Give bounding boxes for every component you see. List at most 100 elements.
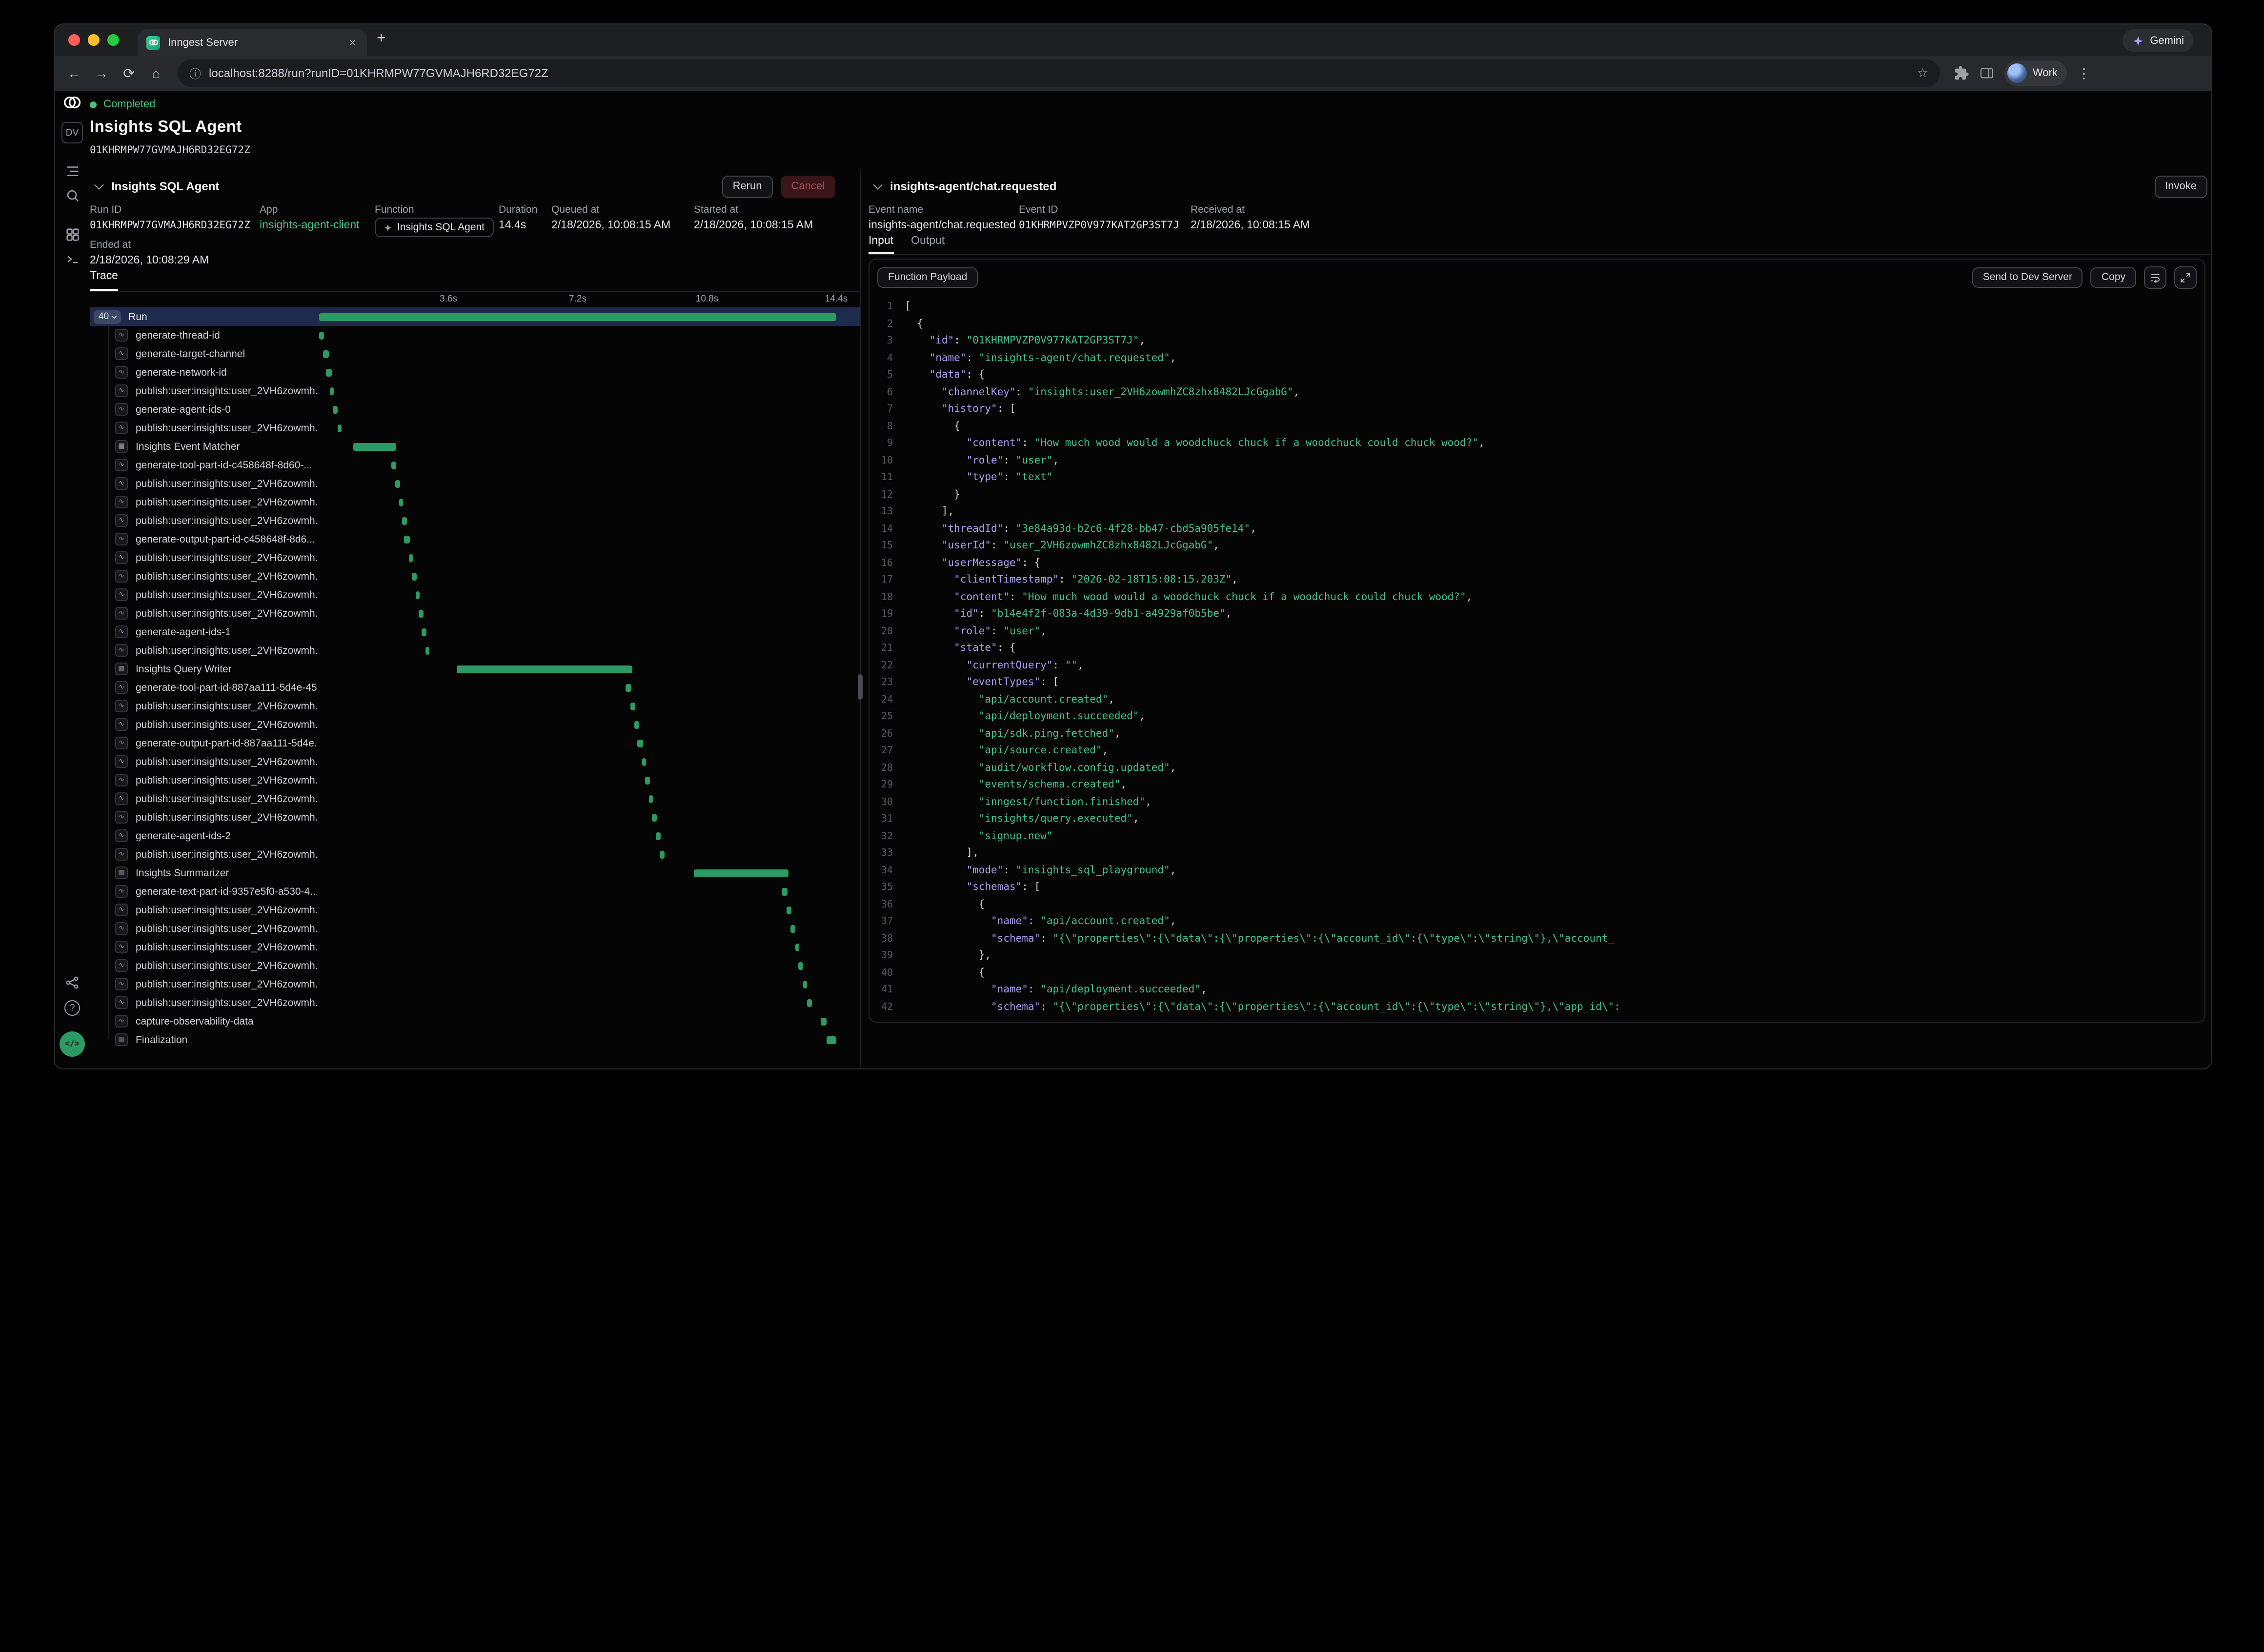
trace-row[interactable]: ∿publish:user:insights:user_2VH6zowmh... [90,604,860,623]
panel-divider[interactable] [860,169,861,1068]
trace-span-bar[interactable] [404,535,410,543]
window-close-button[interactable] [68,34,80,46]
trace-row[interactable]: ∿publish:user:insights:user_2VH6zowmh... [90,474,860,493]
trace-row[interactable]: ∿publish:user:insights:user_2VH6zowmh... [90,808,860,826]
address-bar[interactable]: ⓘ localhost:8288/run?runID=01KHRMPW77GVM… [178,60,1940,87]
send-to-dev-server-button[interactable]: Send to Dev Server [1972,267,2083,287]
forward-icon[interactable]: → [88,65,115,81]
window-minimize-button[interactable] [88,34,100,46]
divider-handle[interactable] [858,674,863,700]
trace-span-bar[interactable] [391,461,397,469]
trace-row[interactable]: ∿publish:user:insights:user_2VH6zowmh... [90,845,860,864]
new-tab-button[interactable]: + [377,31,386,47]
tab-output[interactable]: Output [911,235,945,254]
help-icon[interactable]: ? [55,1000,90,1016]
trace-row[interactable]: ∿generate-network-id [90,363,860,382]
trace-span-bar[interactable] [353,443,396,450]
trace-row[interactable]: ∿publish:user:insights:user_2VH6zowmh... [90,938,860,956]
function-badge[interactable]: Insights SQL Agent [375,218,493,237]
tab-close-icon[interactable]: × [347,36,358,49]
trace-span-bar[interactable] [626,684,631,691]
trace-span-bar[interactable] [399,498,404,506]
child-count-badge[interactable]: 40 [94,310,121,323]
trace-span-bar[interactable] [659,850,664,858]
rerun-button[interactable]: Rerun [722,175,773,198]
trace-search-icon[interactable] [55,187,90,204]
inngest-logo-icon[interactable] [55,93,90,112]
trace-row[interactable]: ∿publish:user:insights:user_2VH6zowmh... [90,567,860,585]
trace-row[interactable]: ∿generate-agent-ids-0 [90,400,860,419]
trace-row[interactable]: ∿publish:user:insights:user_2VH6zowmh... [90,919,860,938]
trace-span-bar[interactable] [323,350,328,358]
trace-span-bar[interactable] [319,331,324,339]
trace-span-bar[interactable] [402,517,407,524]
trace-row[interactable]: ∿publish:user:insights:user_2VH6zowmh... [90,789,860,808]
trace-row[interactable]: ∿publish:user:insights:user_2VH6zowmh... [90,771,860,789]
trace-run-row[interactable]: 40 Run [90,307,860,326]
trace-row[interactable]: ∿capture-observability-data [90,1012,860,1030]
bookmark-star-icon[interactable]: ☆ [1917,65,1928,81]
extensions-icon[interactable] [1954,65,1969,81]
trace-row[interactable]: ∿publish:user:insights:user_2VH6zowmh... [90,641,860,660]
dev-tools-button[interactable]: </> [55,1031,90,1057]
trace-row[interactable]: ∿publish:user:insights:user_2VH6zowmh... [90,752,860,771]
chevron-down-icon[interactable] [873,180,883,189]
trace-span-bar[interactable] [821,1017,827,1025]
trace-span-bar[interactable] [419,609,424,617]
gemini-chip[interactable]: Gemini [2122,29,2194,52]
trace-span-bar[interactable] [827,1036,836,1044]
url-text[interactable]: localhost:8288/run?runID=01KHRMPW77GVMAJ… [209,66,1909,80]
events-terminal-icon[interactable] [55,251,90,267]
trace-row[interactable]: ∿publish:user:insights:user_2VH6zowmh... [90,975,860,993]
trace-row[interactable]: ∿publish:user:insights:user_2VH6zowmh... [90,493,860,511]
cancel-button[interactable]: Cancel [781,175,836,198]
trace-span-bar[interactable] [415,591,420,599]
home-icon[interactable]: ⌂ [142,65,170,81]
trace-span-bar[interactable] [396,480,401,487]
trace-row[interactable]: ∿publish:user:insights:user_2VH6zowmh... [90,956,860,975]
trace-row[interactable]: ∿publish:user:insights:user_2VH6zowmh... [90,697,860,715]
trace-row[interactable]: ▦Finalization [90,1030,860,1049]
trace-span-bar[interactable] [638,739,643,747]
browser-menu-icon[interactable]: ⋮ [2077,65,2091,81]
tab-input[interactable]: Input [869,235,893,254]
reload-icon[interactable]: ⟳ [115,65,142,81]
trace-span-bar[interactable] [799,962,804,969]
trace-span-bar[interactable] [425,646,430,654]
trace-row[interactable]: ∿generate-tool-part-id-887aa111-5d4e-45.… [90,678,860,697]
trace-span-bar[interactable] [807,999,812,1007]
app-link[interactable]: insights-agent-client [260,220,360,231]
browser-tab[interactable]: Inngest Server × [138,29,367,56]
trace-span-bar[interactable] [803,980,808,988]
tab-trace[interactable]: Trace [90,270,118,291]
trace-span-bar[interactable] [333,405,338,413]
invoke-button[interactable]: Invoke [2154,175,2207,198]
profile-chip[interactable]: Work [2004,60,2067,86]
trace-span-bar[interactable] [652,813,657,821]
runs-icon[interactable] [55,163,90,180]
trace-row[interactable]: ∿publish:user:insights:user_2VH6zowmh... [90,715,860,734]
env-badge[interactable]: DV [55,122,90,143]
trace-row[interactable]: ∿generate-agent-ids-2 [90,826,860,845]
trace-span-bar[interactable] [634,721,639,728]
word-wrap-button[interactable] [2144,266,2166,288]
trace-span-bar[interactable] [329,387,334,395]
trace-row[interactable]: ∿generate-agent-ids-1 [90,623,860,641]
trace-row[interactable]: ▦Insights Summarizer [90,864,860,882]
trace-span-bar[interactable] [337,424,342,432]
trace-row[interactable]: ∿publish:user:insights:user_2VH6zowmh... [90,382,860,400]
trace-row[interactable]: ∿generate-output-part-id-c458648f-8d6... [90,530,860,548]
window-zoom-button[interactable] [107,34,119,46]
trace-row[interactable]: ▦Insights Event Matcher [90,437,860,456]
trace-row[interactable]: ∿generate-target-channel [90,344,860,363]
trace-span-bar[interactable] [412,572,417,580]
trace-span-bar[interactable] [326,368,332,376]
trace-span-bar[interactable] [408,554,413,562]
site-info-icon[interactable]: ⓘ [189,65,201,81]
trace-span-bar[interactable] [642,758,647,766]
share-icon[interactable] [55,975,90,990]
trace-row[interactable]: ∿publish:user:insights:user_2VH6zowmh... [90,419,860,437]
trace-row[interactable]: ∿publish:user:insights:user_2VH6zowmh... [90,585,860,604]
trace-span-bar[interactable] [791,925,796,932]
trace-span-bar[interactable] [645,776,650,784]
